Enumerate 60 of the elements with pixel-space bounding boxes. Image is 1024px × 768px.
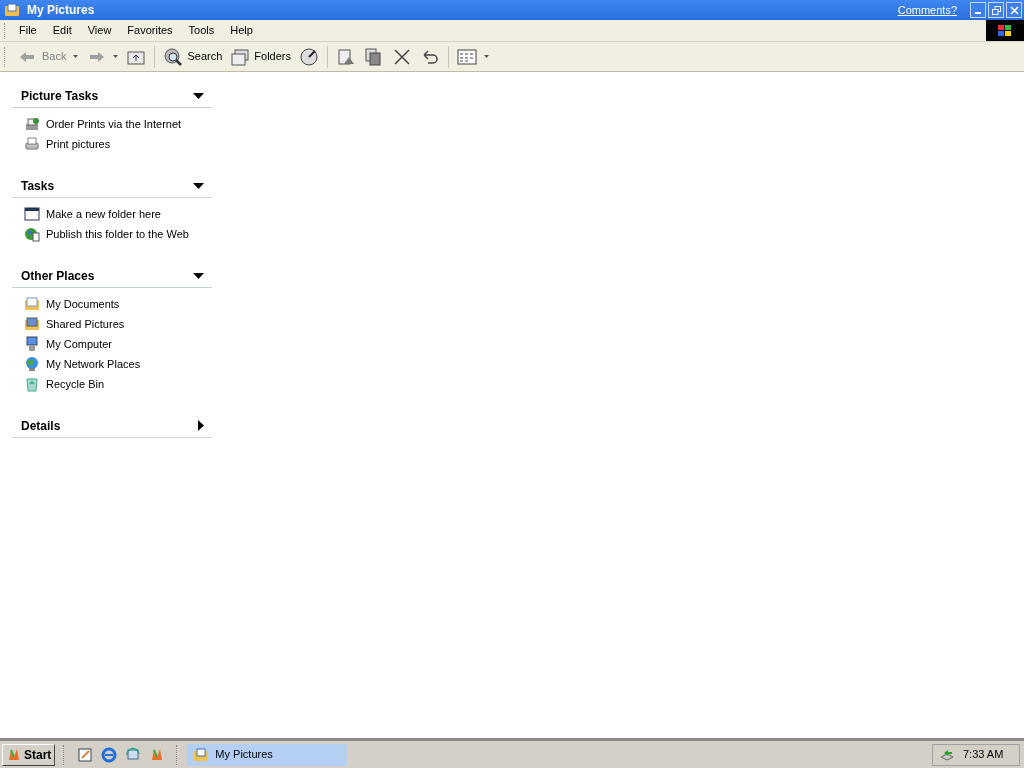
task-link[interactable]: Order Prints via the Internet	[24, 114, 212, 134]
windows-flag-icon	[998, 24, 1012, 37]
dropdown-caret-icon	[113, 55, 119, 58]
publish-icon	[24, 226, 40, 242]
collapse-arrow-icon	[193, 92, 204, 99]
task-link[interactable]: My Network Places	[24, 354, 212, 374]
recycle-icon	[24, 376, 40, 392]
folders-button[interactable]: Folders	[227, 44, 294, 69]
close-button[interactable]	[1006, 2, 1022, 18]
window-title: My Pictures	[27, 2, 95, 19]
menu-item[interactable]: View	[79, 20, 120, 41]
menu-item[interactable]: Help	[222, 20, 261, 41]
search-icon	[163, 46, 184, 67]
task-link[interactable]: My Computer	[24, 334, 212, 354]
move-to-icon	[336, 46, 356, 67]
pictures-icon	[24, 316, 40, 332]
minimize-button[interactable]	[970, 2, 986, 18]
task-link[interactable]: Print pictures	[24, 134, 212, 154]
search-button[interactable]: Search	[160, 44, 226, 69]
expand-arrow-icon	[198, 420, 204, 431]
task-link[interactable]: Publish this folder to the Web	[24, 224, 212, 244]
menu-item[interactable]: Edit	[44, 20, 80, 41]
computer-icon	[24, 336, 40, 352]
task-link[interactable]: My Documents	[24, 294, 212, 314]
copy-to-icon	[364, 46, 384, 67]
section-header[interactable]: Details	[12, 414, 212, 438]
menu-item[interactable]: File	[11, 20, 45, 41]
delete-icon	[392, 46, 412, 67]
restore-icon	[991, 5, 1001, 15]
folder-icon	[193, 746, 210, 763]
dropdown-caret-icon	[484, 55, 489, 58]
section-header[interactable]: Picture Tasks	[12, 84, 212, 108]
sync-icon	[125, 746, 142, 763]
section-header[interactable]: Other Places	[12, 264, 212, 288]
folders-icon	[230, 46, 251, 67]
clock: 7:33 AM	[963, 747, 1004, 763]
start-button[interactable]: Start	[2, 743, 56, 766]
task-link[interactable]: Make a new folder here	[24, 204, 212, 224]
clock-icon	[299, 46, 319, 67]
views-icon	[457, 46, 477, 67]
network-icon	[24, 356, 40, 372]
comments-link[interactable]: Comments?	[897, 1, 957, 19]
dropdown-caret-icon	[73, 55, 79, 58]
notepad-icon	[77, 746, 94, 763]
task-link[interactable]: Recycle Bin	[24, 374, 212, 394]
taskbar-button[interactable]: My Pictures	[187, 743, 348, 766]
task-link[interactable]: Shared Pictures	[24, 314, 212, 334]
printer-icon	[24, 136, 40, 152]
collapse-arrow-icon	[193, 182, 204, 189]
section-header[interactable]: Tasks	[12, 174, 212, 198]
minimize-icon	[975, 12, 981, 14]
documents-icon	[24, 296, 40, 312]
close-icon	[1009, 5, 1019, 15]
folder-icon	[4, 2, 20, 18]
newfolder-icon	[24, 206, 40, 222]
menu-item[interactable]: Favorites	[119, 20, 181, 41]
restore-button[interactable]	[988, 2, 1004, 18]
menu-item[interactable]: Tools	[180, 20, 223, 41]
order-icon	[24, 116, 40, 132]
collapse-arrow-icon	[193, 272, 204, 279]
